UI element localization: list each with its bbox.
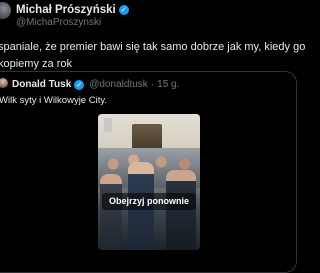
video-frame-person <box>100 174 122 250</box>
author-avatar[interactable] <box>0 2 11 19</box>
quoted-post-header: Donald Tusk ✓ @donaldtusk · 15 g. <box>12 79 179 90</box>
video-frame-person <box>166 170 196 250</box>
author-name-row[interactable]: Michał Prószyński ✓ <box>16 4 129 16</box>
separator-dot: · <box>150 79 155 90</box>
author-name[interactable]: Michał Prószyński <box>16 4 116 16</box>
verified-badge-icon: ✓ <box>118 5 129 15</box>
post-text-line: spaniale, że premier bawi się tak samo d… <box>0 41 306 53</box>
quoted-post-time[interactable]: 15 g. <box>157 79 179 90</box>
quoted-author-handle[interactable]: @donaldtusk <box>89 79 148 90</box>
author-handle[interactable]: @MichaProszynski <box>16 17 101 28</box>
quoted-video[interactable]: Obejrzyj ponownie <box>98 114 200 250</box>
video-frame-flag <box>104 118 112 132</box>
replay-button[interactable]: Obejrzyj ponownie <box>102 193 196 210</box>
quoted-author-name[interactable]: Donald Tusk <box>12 79 71 90</box>
quoted-post-text: Wilk syty i Wilkowyje City. <box>0 95 108 106</box>
post-text: spaniale, że premier bawi się tak samo d… <box>0 39 306 73</box>
verified-badge-icon: ✓ <box>74 79 85 90</box>
